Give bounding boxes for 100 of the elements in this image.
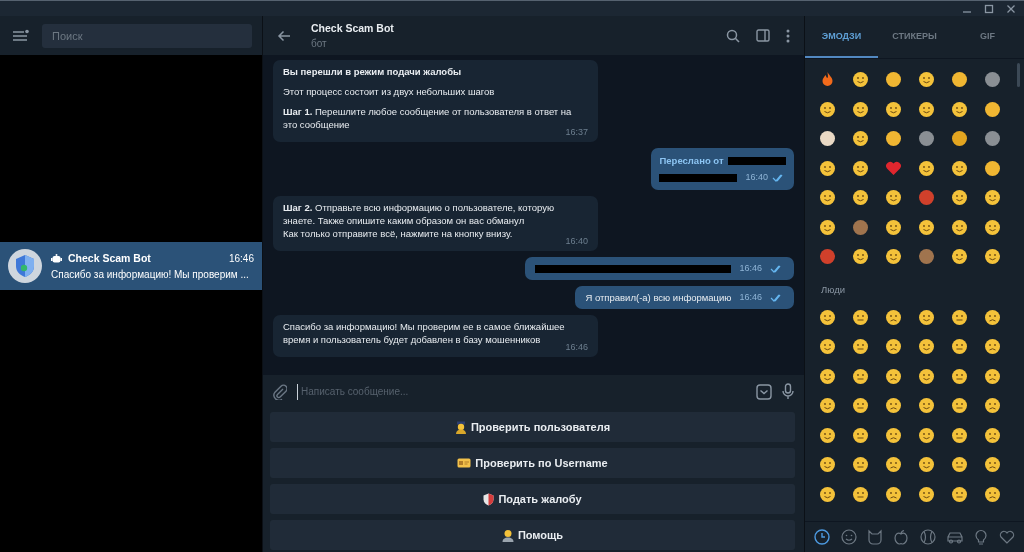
smiley-icon[interactable] (885, 397, 902, 415)
smiley-icon[interactable] (951, 189, 968, 207)
smiley-icon[interactable] (951, 159, 968, 177)
keyboard-button[interactable]: Помощь (270, 520, 795, 550)
smiley-icon[interactable] (819, 308, 836, 326)
search-field[interactable]: Поиск (42, 23, 252, 48)
smiley-icon[interactable] (984, 426, 1001, 444)
smiley-icon[interactable] (918, 397, 935, 415)
smiley-icon[interactable] (885, 248, 902, 266)
smiley-icon[interactable] (885, 308, 902, 326)
smiley-icon[interactable] (852, 248, 869, 266)
keyboard-button[interactable]: Подать жалобу (270, 484, 795, 514)
smiley-icon[interactable] (918, 367, 935, 385)
emoji-panel-tab[interactable]: СТИКЕРЫ (878, 16, 951, 58)
smiley-icon[interactable] (951, 456, 968, 474)
chat-list-item[interactable]: Check Scam Bot 16:46 Спасибо за информацию! Мы проверим ... (0, 242, 262, 290)
emoji-icon[interactable] (984, 130, 1001, 148)
emoji-category-tab[interactable] (814, 529, 831, 545)
emoji-icon[interactable] (885, 71, 902, 89)
smiley-icon[interactable] (819, 485, 836, 503)
maximize-icon[interactable] (984, 3, 994, 14)
smiley-icon[interactable] (885, 189, 902, 207)
smiley-icon[interactable] (918, 159, 935, 177)
smiley-icon[interactable] (984, 397, 1001, 415)
smiley-icon[interactable] (984, 189, 1001, 207)
smiley-icon[interactable] (852, 159, 869, 177)
emoji-icon[interactable] (885, 130, 902, 148)
emoji-category-tab[interactable] (919, 529, 936, 545)
microphone-icon[interactable] (782, 383, 794, 400)
smiley-icon[interactable] (984, 367, 1001, 385)
sidebar-toggle-icon[interactable] (756, 29, 770, 42)
smiley-icon[interactable] (852, 338, 869, 356)
smiley-icon[interactable] (951, 248, 968, 266)
smiley-icon[interactable] (951, 367, 968, 385)
back-arrow-icon[interactable] (277, 29, 291, 42)
smiley-icon[interactable] (951, 218, 968, 236)
emoji-category-tab[interactable] (840, 529, 857, 545)
smiley-icon[interactable] (885, 485, 902, 503)
keyboard-toggle-icon[interactable] (756, 383, 772, 400)
heart-icon[interactable] (885, 159, 902, 177)
close-icon[interactable] (1006, 3, 1016, 14)
smiley-icon[interactable] (819, 367, 836, 385)
scrollbar[interactable] (1017, 63, 1020, 87)
smiley-icon[interactable] (852, 456, 869, 474)
emoji-icon[interactable] (918, 130, 935, 148)
smiley-icon[interactable] (951, 397, 968, 415)
smiley-icon[interactable] (951, 308, 968, 326)
smiley-icon[interactable] (984, 308, 1001, 326)
emoji-category-tab[interactable] (946, 529, 965, 545)
smiley-icon[interactable] (852, 426, 869, 444)
smiley-icon[interactable] (885, 338, 902, 356)
smiley-icon[interactable] (885, 456, 902, 474)
smiley-icon[interactable] (852, 189, 869, 207)
smiley-icon[interactable] (951, 100, 968, 118)
emoji-panel-tab[interactable]: GIF (951, 16, 1024, 58)
smiley-icon[interactable] (918, 100, 935, 118)
emoji-icon[interactable] (819, 130, 836, 148)
smiley-icon[interactable] (951, 426, 968, 444)
smiley-icon[interactable] (819, 100, 836, 118)
emoji-icon[interactable] (984, 159, 1001, 177)
keyboard-button[interactable]: Проверить по Username (270, 448, 795, 478)
emoji-icon[interactable] (951, 130, 968, 148)
message-input[interactable]: Написать сообщение... (297, 383, 746, 400)
smiley-icon[interactable] (918, 308, 935, 326)
smiley-icon[interactable] (819, 189, 836, 207)
smiley-icon[interactable] (951, 485, 968, 503)
keyboard-button[interactable]: Проверить пользователя (270, 412, 795, 442)
smiley-icon[interactable] (885, 100, 902, 118)
smiley-icon[interactable] (984, 248, 1001, 266)
smiley-icon[interactable] (852, 100, 869, 118)
smiley-icon[interactable] (918, 485, 935, 503)
smiley-icon[interactable] (984, 456, 1001, 474)
smiley-icon[interactable] (819, 456, 836, 474)
paperclip-icon[interactable] (273, 383, 287, 400)
smiley-icon[interactable] (819, 338, 836, 356)
emoji-category-tab[interactable] (998, 529, 1015, 545)
emoji-panel-tab[interactable]: ЭМОДЗИ (805, 16, 878, 58)
smiley-icon[interactable] (918, 426, 935, 444)
smiley-icon[interactable] (918, 456, 935, 474)
smiley-icon[interactable] (984, 338, 1001, 356)
emoji-icon[interactable] (951, 71, 968, 89)
emoji-icon[interactable] (984, 71, 1001, 89)
smiley-icon[interactable] (951, 338, 968, 356)
smiley-icon[interactable] (819, 159, 836, 177)
smiley-icon[interactable] (852, 397, 869, 415)
smiley-icon[interactable] (819, 426, 836, 444)
smiley-icon[interactable] (819, 218, 836, 236)
smiley-icon[interactable] (984, 485, 1001, 503)
emoji-category-tab[interactable] (974, 529, 989, 545)
smiley-icon[interactable] (819, 397, 836, 415)
smiley-icon[interactable] (852, 130, 869, 148)
menu-icon[interactable] (12, 28, 30, 43)
emoji-icon[interactable] (984, 100, 1001, 118)
search-icon[interactable] (726, 28, 740, 43)
emoji-category-tab[interactable] (893, 529, 910, 545)
smiley-icon[interactable] (885, 426, 902, 444)
emoji-category-tab[interactable] (866, 529, 883, 545)
smiley-icon[interactable] (885, 218, 902, 236)
smiley-icon[interactable] (852, 308, 869, 326)
smiley-icon[interactable] (984, 218, 1001, 236)
